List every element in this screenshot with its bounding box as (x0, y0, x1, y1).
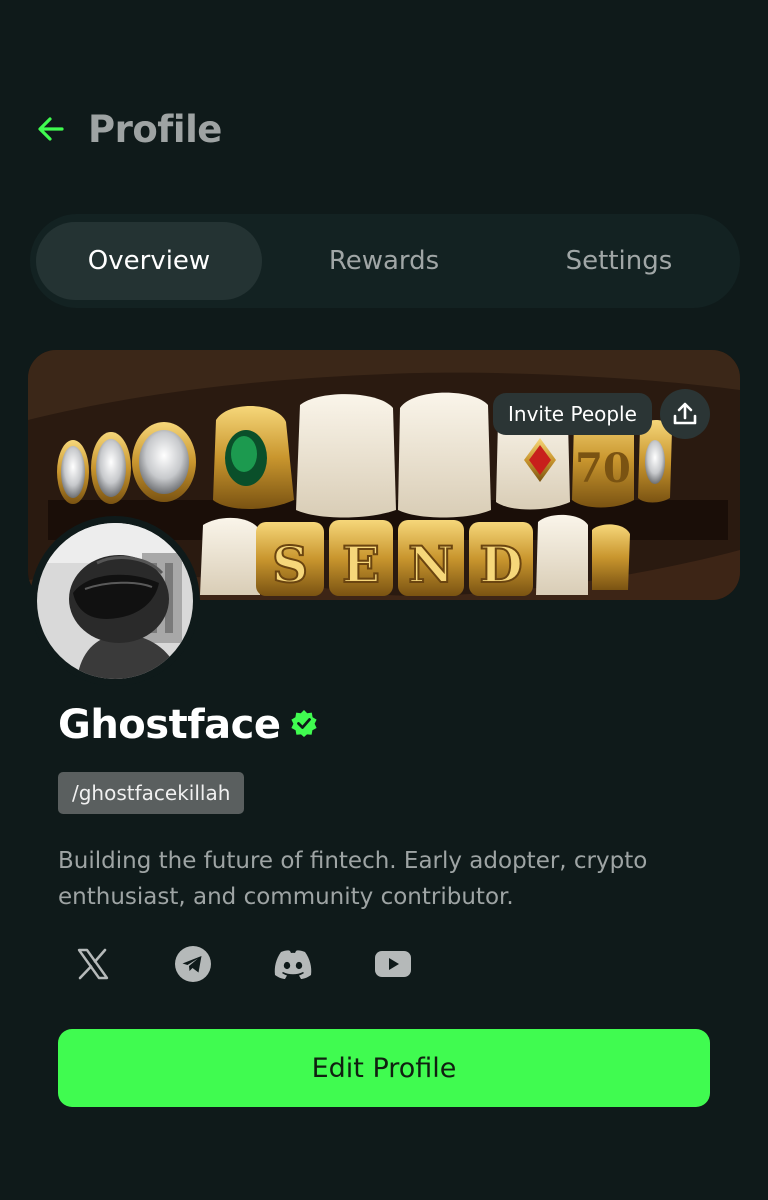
x-icon[interactable] (72, 943, 114, 985)
verified-badge-icon (290, 709, 318, 741)
svg-text:70: 70 (575, 445, 631, 492)
svg-text:S: S (272, 535, 308, 594)
invite-people-button[interactable]: Invite People (493, 393, 652, 435)
discord-icon[interactable] (272, 943, 314, 985)
tab-bar: Overview Rewards Settings (30, 214, 740, 308)
tab-settings[interactable]: Settings (506, 222, 732, 300)
tab-rewards[interactable]: Rewards (271, 222, 497, 300)
page-title: Profile (88, 107, 222, 151)
username-badge: /ghostfacekillah (58, 772, 245, 814)
svg-text:N: N (408, 535, 454, 594)
edit-profile-button[interactable]: Edit Profile (58, 1029, 710, 1107)
youtube-icon[interactable] (372, 943, 414, 985)
upload-icon[interactable] (660, 389, 710, 439)
svg-text:D: D (479, 535, 522, 594)
avatar[interactable] (30, 516, 200, 686)
tab-overview[interactable]: Overview (36, 222, 262, 300)
display-name: Ghostface (58, 702, 281, 748)
name-row: Ghostface (58, 702, 318, 748)
arrow-left-icon[interactable] (36, 114, 66, 144)
social-links (72, 943, 414, 985)
bio-text: Building the future of fintech. Early ad… (58, 848, 648, 910)
telegram-icon[interactable] (172, 943, 214, 985)
header: Profile (36, 106, 222, 152)
svg-text:E: E (342, 535, 380, 594)
